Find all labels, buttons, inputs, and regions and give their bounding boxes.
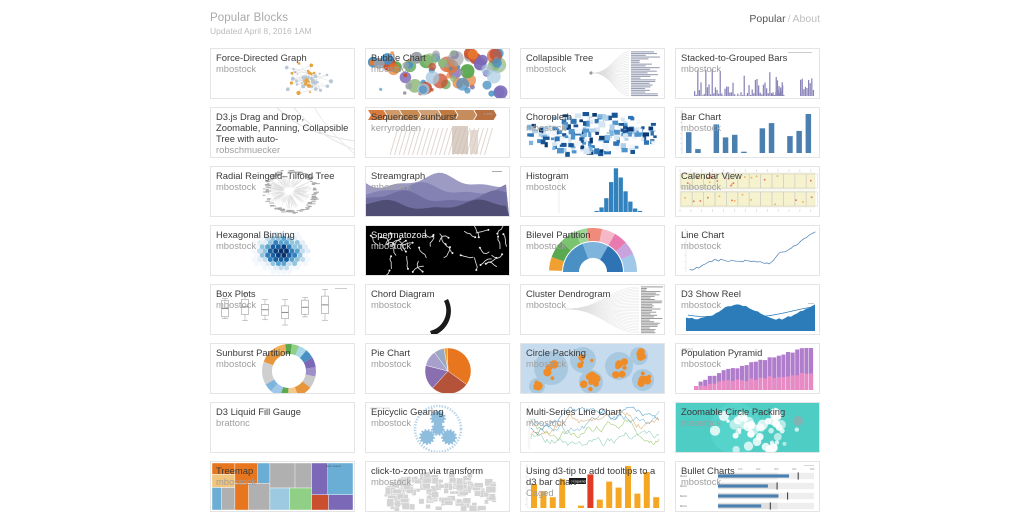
block-card[interactable]: Bar Chart mbostock bbox=[675, 107, 820, 158]
block-thumbnail-bar-chart bbox=[676, 108, 819, 157]
block-card[interactable]: Spermatozoa mbostock bbox=[365, 225, 510, 276]
block-thumbnail-bubble-chart bbox=[366, 49, 509, 98]
block-thumbnail-d3-tip-tooltips: Frequency bbox=[521, 462, 664, 511]
block-card[interactable]: 1.90% Sequences sunburst kerryrodden bbox=[365, 107, 510, 158]
block-thumbnail-sunburst-partition bbox=[211, 344, 354, 393]
block-thumbnail-hexagonal-binning bbox=[211, 226, 354, 275]
nav-link-popular[interactable]: Popular bbox=[749, 13, 785, 25]
block-card[interactable]: Bubble Chart mbostock bbox=[365, 48, 510, 99]
svg-text:Metric: Metric bbox=[680, 484, 688, 488]
page-header: Popular Blocks Updated April 8, 2016 1AM… bbox=[0, 0, 1024, 40]
block-card[interactable]: Zoomable Circle Packing mbostock bbox=[675, 402, 820, 453]
block-card[interactable]: click-to-zoom via transform mbostock bbox=[365, 461, 510, 512]
block-thumbnail-multi-series-line-chart bbox=[521, 403, 664, 452]
block-thumbnail-bilevel-partition bbox=[521, 226, 664, 275]
updated-timestamp: Updated April 8, 2016 1AM bbox=[210, 26, 312, 36]
svg-text:200: 200 bbox=[756, 467, 761, 471]
block-card[interactable]: Choropleth mbostock bbox=[520, 107, 665, 158]
block-card[interactable]: Sunburst Partition mbostock bbox=[210, 343, 355, 394]
block-card[interactable]: 2000 Population Pyramid mbostock bbox=[675, 343, 820, 394]
svg-text:1.90%: 1.90% bbox=[484, 112, 493, 116]
svg-text:300: 300 bbox=[774, 467, 779, 471]
block-card[interactable]: Frequency Using d3-tip to add tooltips to… bbox=[520, 461, 665, 512]
block-card[interactable]: Line Chart mbostock bbox=[675, 225, 820, 276]
block-card[interactable]: Chord Diagram mbostock bbox=[365, 284, 510, 335]
block-card[interactable]: Epicyclic Gearing Epicyclic Gearing mbosto… bbox=[365, 402, 510, 453]
block-card[interactable]: Metric Metric Metric Metric 0 100 200 300 400 500… bbox=[675, 461, 820, 512]
page-title: Popular Blocks bbox=[210, 12, 289, 24]
block-thumbnail-epicyclic-gearing: Epicyclic Gearing bbox=[366, 403, 509, 452]
block-card[interactable]: Pie Chart mbostock bbox=[365, 343, 510, 394]
svg-text:400: 400 bbox=[792, 467, 797, 471]
block-card[interactable]: Force-Directed Graph mbostock bbox=[210, 48, 355, 99]
block-thumbnail-pie-chart bbox=[366, 344, 509, 393]
nav-separator: / bbox=[787, 13, 791, 25]
svg-text:100: 100 bbox=[738, 467, 743, 471]
popular-blocks-page: Popular Blocks Updated April 8, 2016 1AM… bbox=[0, 0, 1024, 512]
block-thumbnail-box-plots bbox=[211, 285, 354, 334]
block-thumbnail-streamgraph bbox=[366, 167, 509, 216]
block-thumbnail-bullet-charts: Metric Metric Metric Metric 0 100 200 300 400 500 bbox=[676, 462, 819, 511]
block-thumbnail-chord-diagram bbox=[366, 285, 509, 334]
block-card[interactable]: Bilevel Partition mbostock bbox=[520, 225, 665, 276]
block-card[interactable]: Box Plots mbostock bbox=[210, 284, 355, 335]
block-card[interactable]: c D3.js Drag and Drop, Zoomable, Panning,… bbox=[210, 107, 355, 158]
block-thumbnail-population-pyramid: 2000 bbox=[676, 344, 819, 393]
block-card[interactable]: Cluster Dendrogram mbostock bbox=[520, 284, 665, 335]
main-nav: Popular / About bbox=[749, 13, 820, 25]
block-thumbnail-treemap: Size Count bbox=[211, 462, 354, 511]
block-thumbnail-choropleth bbox=[521, 108, 664, 157]
block-thumbnail-zoomable-circle-packing bbox=[676, 403, 819, 452]
svg-text:2000: 2000 bbox=[682, 348, 693, 354]
block-card[interactable]: Streamgraph mbostock bbox=[365, 166, 510, 217]
block-thumbnail-histogram bbox=[521, 167, 664, 216]
block-thumbnail-drag-drop-tree: c bbox=[211, 108, 354, 157]
block-thumbnail-sequences-sunburst: 1.90% bbox=[366, 108, 509, 157]
block-card[interactable]: Hexagonal Binning mbostock bbox=[210, 225, 355, 276]
block-grid: Force-Directed Graph mbostock Bubble Chart… bbox=[210, 48, 822, 512]
block-thumbnail-calendar-view bbox=[676, 167, 819, 216]
block-card[interactable]: Radial Reingold–Tilford Tree mbostock bbox=[210, 166, 355, 217]
block-card[interactable]: Calendar View mbostock bbox=[675, 166, 820, 217]
svg-text:Size Count: Size Count bbox=[326, 464, 341, 468]
nav-link-about[interactable]: About bbox=[793, 13, 820, 25]
block-card[interactable]: D3 Show Reel mbostock bbox=[675, 284, 820, 335]
svg-text:Metric: Metric bbox=[680, 474, 688, 478]
block-thumbnail-liquid-fill-gauge bbox=[211, 403, 354, 452]
svg-text:c: c bbox=[319, 130, 321, 135]
svg-text:500: 500 bbox=[810, 467, 815, 471]
svg-text:Epicyclic Gearing: Epicyclic Gearing bbox=[370, 406, 391, 410]
block-card[interactable]: Size Count Treemap mbostock bbox=[210, 461, 355, 512]
svg-text:Metric: Metric bbox=[680, 494, 688, 498]
block-card[interactable]: Multi-Series Line Chart mbostock bbox=[520, 402, 665, 453]
block-thumbnail-spermatozoa bbox=[366, 226, 509, 275]
block-card[interactable]: Collapsible Tree mbostock bbox=[520, 48, 665, 99]
block-thumbnail-collapsible-tree bbox=[521, 49, 664, 98]
block-thumbnail-circle-packing bbox=[521, 344, 664, 393]
block-thumbnail-stacked-to-grouped-bars bbox=[676, 49, 819, 98]
block-thumbnail-line-chart bbox=[676, 226, 819, 275]
block-card[interactable]: D3 Liquid Fill Gauge brattonc bbox=[210, 402, 355, 453]
block-thumbnail-click-to-zoom bbox=[366, 462, 509, 511]
svg-text:Frequency: Frequency bbox=[571, 480, 587, 484]
svg-text:Metric: Metric bbox=[680, 504, 688, 508]
block-card[interactable]: Stacked-to-Grouped Bars mbostock bbox=[675, 48, 820, 99]
block-card[interactable]: Histogram mbostock bbox=[520, 166, 665, 217]
block-thumbnail-radial-tidy-tree bbox=[211, 167, 354, 216]
block-thumbnail-force-directed-graph bbox=[211, 49, 354, 98]
block-card[interactable]: Circle Packing mbostock bbox=[520, 343, 665, 394]
block-thumbnail-cluster-dendrogram bbox=[521, 285, 664, 334]
block-thumbnail-d3-show-reel bbox=[676, 285, 819, 334]
